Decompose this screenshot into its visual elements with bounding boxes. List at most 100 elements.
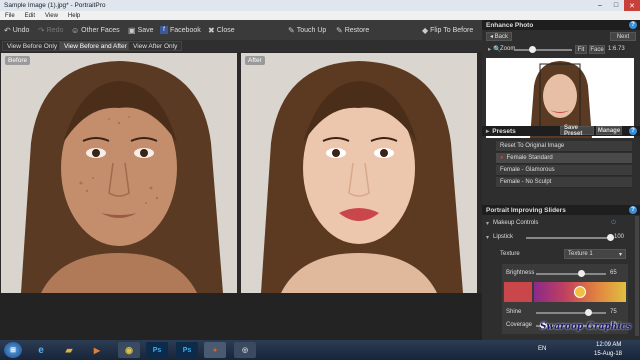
- photoshop-icon: Ps: [152, 346, 162, 354]
- restore-button[interactable]: ✎ Restore: [336, 24, 369, 36]
- clock-date[interactable]: 15-Aug-18: [594, 351, 622, 357]
- panel-scrollbar[interactable]: [635, 216, 639, 336]
- save-label: Save: [137, 26, 154, 34]
- preset-label: Female Standard: [506, 155, 553, 161]
- zoom-ratio: 1:6.73: [608, 46, 625, 52]
- redo-icon: ↷: [38, 25, 45, 35]
- taskbar-app-portraitpro[interactable]: ●: [204, 342, 226, 358]
- lipstick-label: Lipstick: [493, 234, 514, 240]
- texture-value: Texture 1: [568, 251, 593, 257]
- restore-label: Restore: [344, 26, 370, 34]
- makeup-controls-row[interactable]: ▾ Makeup Controls ⏻: [486, 218, 634, 228]
- collapse-icon: ▾: [486, 234, 490, 241]
- zoom-slider-track[interactable]: [514, 49, 572, 51]
- facebook-label: Facebook: [170, 26, 201, 34]
- presets-header: ▸ Presets Save Preset Manage ?: [482, 125, 640, 137]
- menu-view[interactable]: View: [40, 13, 63, 19]
- photoshop-icon: Ps: [182, 346, 192, 354]
- taskbar-app-explorer[interactable]: ▰: [58, 342, 80, 358]
- start-button[interactable]: ⊞: [4, 342, 22, 358]
- taskbar: ⊞ e ▰ ▶ ◉ Ps Ps ● ◎ EN 12:09 AM 15-Aug-1…: [0, 340, 640, 360]
- clock-time[interactable]: 12:09 AM: [596, 342, 621, 348]
- chrome-icon: ◉: [125, 344, 133, 355]
- power-icon[interactable]: ⏻: [611, 220, 616, 227]
- touch-up-button[interactable]: ✎ Touch Up: [288, 24, 326, 36]
- before-label: Before: [5, 56, 31, 65]
- after-photo[interactable]: After: [241, 53, 477, 293]
- view-tabs: View Before Only View Before and After V…: [0, 40, 482, 52]
- taskbar-app-chrome[interactable]: ◉: [118, 342, 140, 358]
- expand-icon: ▸: [486, 128, 490, 135]
- manage-presets-button[interactable]: Manage: [596, 126, 622, 135]
- minimize-icon[interactable]: –: [592, 0, 608, 11]
- menu-bar: File Edit View Help: [0, 11, 640, 20]
- menu-file[interactable]: File: [0, 13, 20, 19]
- other-faces-button[interactable]: ☺ Other Faces: [71, 24, 120, 36]
- other-faces-label: Other Faces: [81, 26, 120, 34]
- back-button[interactable]: ◂ Back: [486, 32, 512, 41]
- shine-slider-track[interactable]: [536, 312, 606, 314]
- color-swatch[interactable]: [504, 282, 532, 302]
- preset-item[interactable]: Female - No Sculpt: [496, 177, 632, 188]
- taskbar-app-ie[interactable]: e: [30, 342, 52, 358]
- touch-up-label: Touch Up: [296, 26, 327, 34]
- taskbar-app-photoshop-1[interactable]: Ps: [146, 342, 168, 358]
- menu-edit[interactable]: Edit: [20, 13, 40, 19]
- close-button[interactable]: ✖ Close: [208, 24, 235, 36]
- window-title: Sample Image (1).jpg* - PortraitPro: [4, 2, 106, 9]
- next-button[interactable]: Next: [610, 32, 636, 41]
- tab-before-and-after[interactable]: View Before and After: [59, 41, 132, 51]
- watermark-logo: Swaroop Graphics: [540, 322, 636, 340]
- save-preset-button[interactable]: Save Preset: [560, 125, 594, 137]
- fit-button[interactable]: Fit: [575, 45, 587, 54]
- undo-icon: ↶: [4, 25, 11, 35]
- zoom-slider-knob[interactable]: [529, 46, 537, 53]
- shine-value: 75: [610, 309, 617, 315]
- presets-title: Presets: [492, 127, 516, 135]
- color-picker-knob[interactable]: [574, 286, 586, 298]
- undo-button[interactable]: ↶ Undo: [4, 24, 29, 36]
- preset-item[interactable]: Reset To Original Image: [496, 141, 632, 152]
- after-portrait: [241, 53, 477, 293]
- tab-before-only[interactable]: View Before Only: [2, 41, 63, 51]
- texture-label: Texture: [500, 251, 520, 257]
- sliders-title: Portrait Improving Sliders: [486, 206, 566, 214]
- language-indicator[interactable]: EN: [538, 346, 546, 352]
- close-window-icon[interactable]: ✕: [624, 0, 640, 11]
- sliders-header: Portrait Improving Sliders ?: [482, 205, 640, 215]
- ie-icon: e: [38, 344, 44, 356]
- shine-slider-knob[interactable]: [585, 309, 592, 316]
- toolbar: ↶ Undo ↷ Redo ☺ Other Faces ▣ Save f Facebook…: [0, 20, 482, 40]
- tab-after-only[interactable]: View After Only: [128, 41, 183, 51]
- close-label: Close: [216, 26, 235, 34]
- menu-help[interactable]: Help: [63, 13, 85, 19]
- lipstick-slider-knob[interactable]: [606, 234, 614, 241]
- lipstick-slider-track[interactable]: [526, 237, 610, 239]
- pin-icon: ●: [500, 155, 504, 161]
- redo-button[interactable]: ↷ Redo: [38, 24, 63, 36]
- brightness-slider-track[interactable]: [536, 273, 606, 275]
- preset-item-selected[interactable]: ● Female Standard: [496, 153, 632, 164]
- before-photo[interactable]: Before: [1, 53, 237, 293]
- texture-select[interactable]: Texture 1 ▾: [564, 249, 626, 259]
- sliders-help-icon[interactable]: ?: [629, 206, 637, 214]
- taskbar-app-media[interactable]: ▶: [86, 342, 108, 358]
- coverage-label: Coverage: [506, 322, 533, 328]
- lipstick-value: 100: [614, 234, 625, 240]
- back-label: Back: [494, 33, 509, 40]
- viewer-footer: [0, 293, 482, 340]
- flip-button[interactable]: ◆ Flip To Before: [422, 24, 473, 36]
- taskbar-app-other[interactable]: ◎: [234, 342, 256, 358]
- preset-item[interactable]: Female - Glamorous: [496, 165, 632, 176]
- close-icon: ✖: [208, 25, 215, 35]
- taskbar-app-photoshop-2[interactable]: Ps: [176, 342, 198, 358]
- presets-help-icon[interactable]: ?: [629, 127, 637, 135]
- maximize-icon[interactable]: □: [608, 0, 624, 11]
- save-button[interactable]: ▣ Save: [128, 24, 154, 36]
- face-button[interactable]: Face: [589, 45, 605, 54]
- help-icon[interactable]: ?: [629, 21, 637, 29]
- collapse-icon: ▾: [486, 220, 490, 227]
- brightness-slider-knob[interactable]: [578, 270, 585, 277]
- facebook-button[interactable]: f Facebook: [160, 24, 201, 36]
- portraitpro-icon: ●: [212, 346, 218, 354]
